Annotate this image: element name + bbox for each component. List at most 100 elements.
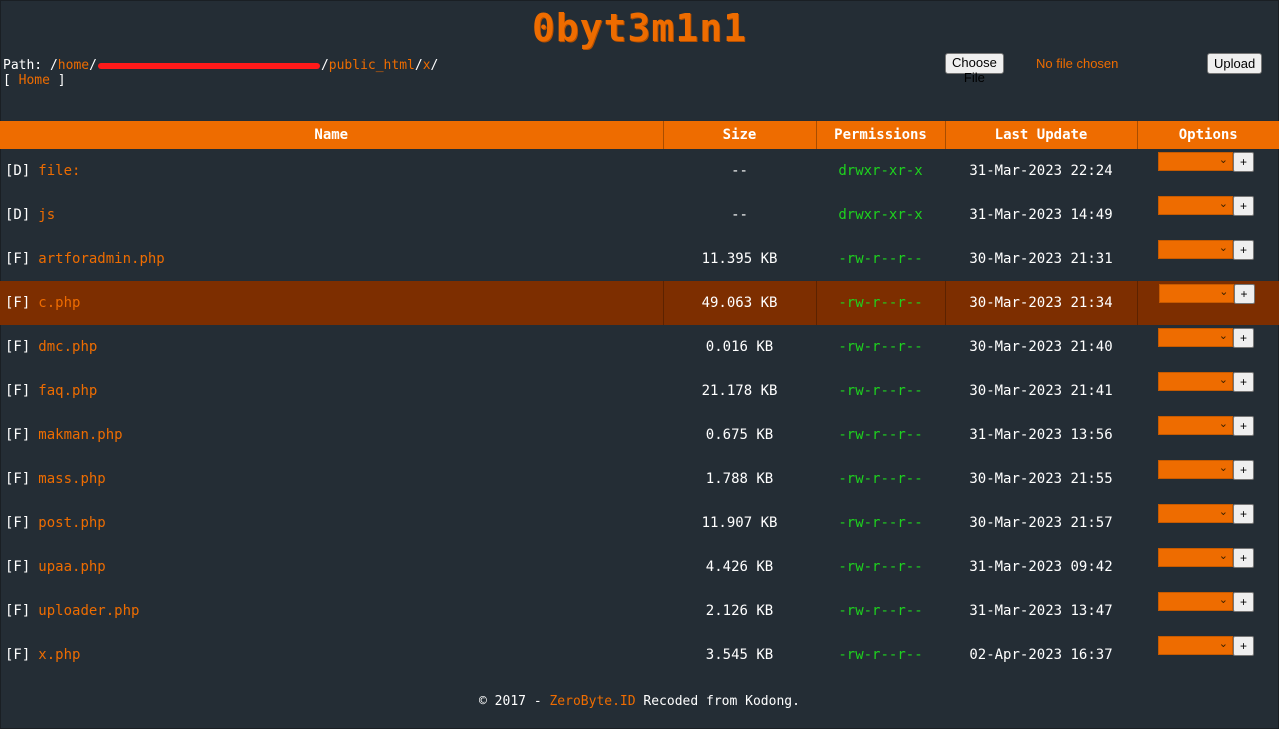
table-row: [F] dmc.php 0.016 KB -rw-r--r-- 30-Mar-2023 … <box>0 325 1279 369</box>
options-select[interactable]: ⌄ <box>1158 416 1233 435</box>
cell-size: 0.016 KB <box>705 339 774 355</box>
options-go-button[interactable]: + <box>1233 636 1254 656</box>
home-link[interactable]: Home <box>19 73 50 88</box>
options-go-button[interactable]: + <box>1233 152 1254 172</box>
cell-last-update: 30-Mar-2023 21:55 <box>969 471 1113 487</box>
cell-options: ⌄ + <box>1137 193 1279 237</box>
cell-permissions[interactable]: -rw-r--r-- <box>816 501 945 545</box>
cell-options: ⌄ + <box>1137 237 1279 281</box>
table-row: [F] faq.php 21.178 KB -rw-r--r-- 30-Mar-2023… <box>0 369 1279 413</box>
entry-name-link[interactable]: artforadmin.php <box>38 251 164 267</box>
cell-size: 2.126 KB <box>705 603 774 619</box>
header-last-update[interactable]: Last Update <box>945 121 1138 149</box>
bracket-close: ] <box>57 73 66 88</box>
cell-permissions[interactable]: -rw-r--r-- <box>816 369 945 413</box>
path-sep: / <box>89 58 97 73</box>
options-group: ⌄ + <box>1158 328 1254 348</box>
entry-name-link[interactable]: file: <box>38 163 80 179</box>
options-go-button[interactable]: + <box>1233 592 1254 612</box>
options-go-button[interactable]: + <box>1233 548 1254 568</box>
path-sep: / <box>430 58 439 73</box>
path-segment-x[interactable]: x <box>423 58 431 73</box>
options-go-button[interactable]: + <box>1233 372 1254 392</box>
options-select[interactable]: ⌄ <box>1158 548 1233 567</box>
entry-name-link[interactable]: dmc.php <box>38 339 97 355</box>
path-sep: / <box>320 58 329 73</box>
cell-name: [F] upaa.php <box>0 545 663 589</box>
chevron-down-icon: ⌄ <box>1218 241 1228 254</box>
entry-name-link[interactable]: uploader.php <box>38 603 139 619</box>
cell-last-update: 31-Mar-2023 09:42 <box>969 559 1113 575</box>
cell-permissions[interactable]: -rw-r--r-- <box>816 633 945 677</box>
cell-permissions[interactable]: -rw-r--r-- <box>816 237 945 281</box>
chevron-down-icon: ⌄ <box>1218 637 1228 650</box>
chevron-down-icon: ⌄ <box>1218 549 1228 562</box>
options-go-button[interactable]: + <box>1233 328 1254 348</box>
cell-permissions[interactable]: -rw-r--r-- <box>816 589 945 633</box>
options-select[interactable]: ⌄ <box>1158 636 1233 655</box>
cell-name: [F] artforadmin.php <box>0 237 663 281</box>
table-row: [D] js -- drwxr-xr-x 31-Mar-2023 14:49 ⌄ + <box>0 193 1279 237</box>
options-go-button[interactable]: + <box>1233 460 1254 480</box>
options-go-button[interactable]: + <box>1233 504 1254 524</box>
cell-size: 3.545 KB <box>705 647 774 663</box>
entry-name-link[interactable]: makman.php <box>38 427 122 443</box>
options-select[interactable]: ⌄ <box>1158 152 1233 171</box>
site-title: 0byt3m1n1 <box>532 6 747 50</box>
cell-size: 11.907 KB <box>701 515 778 531</box>
choose-file-button[interactable]: Choose File <box>945 53 1004 85</box>
options-go-button[interactable]: + <box>1233 240 1254 260</box>
options-select[interactable]: ⌄ <box>1158 196 1233 215</box>
entry-name-link[interactable]: faq.php <box>38 383 97 399</box>
chevron-down-icon: ⌄ <box>1218 373 1228 386</box>
cell-last-update: 31-Mar-2023 14:49 <box>969 207 1113 223</box>
options-select[interactable]: ⌄ <box>1158 240 1233 259</box>
cell-permissions[interactable]: drwxr-xr-x <box>816 149 945 193</box>
entry-name-link[interactable]: mass.php <box>38 471 105 487</box>
path-segment-public-html[interactable]: public_html <box>329 58 415 73</box>
cell-name: [F] mass.php <box>0 457 663 501</box>
cell-options: ⌄ + <box>1137 457 1279 501</box>
options-select[interactable]: ⌄ <box>1158 328 1233 347</box>
entry-name-link[interactable]: upaa.php <box>38 559 105 575</box>
options-go-button[interactable]: + <box>1233 416 1254 436</box>
home-nav: [ Home ] <box>3 73 66 88</box>
cell-name: [F] faq.php <box>0 369 663 413</box>
entry-name-link[interactable]: c.php <box>38 295 80 311</box>
bracket-open: [ <box>3 73 11 88</box>
path-segment-home[interactable]: home <box>58 58 89 73</box>
entry-name-link[interactable]: x.php <box>38 647 80 663</box>
options-select[interactable]: ⌄ <box>1158 372 1233 391</box>
cell-permissions[interactable]: -rw-r--r-- <box>816 545 945 589</box>
cell-permissions[interactable]: drwxr-xr-x <box>816 193 945 237</box>
options-select[interactable]: ⌄ <box>1158 504 1233 523</box>
cell-last-update: 30-Mar-2023 21:41 <box>969 383 1113 399</box>
options-select[interactable]: ⌄ <box>1158 284 1234 303</box>
upload-button[interactable]: Upload <box>1207 53 1263 74</box>
entry-name-link[interactable]: js <box>38 207 55 223</box>
cell-name: [F] post.php <box>0 501 663 545</box>
cell-permissions[interactable]: -rw-r--r-- <box>816 413 945 457</box>
path-label: Path: <box>3 58 43 73</box>
options-group: ⌄ + <box>1158 152 1254 172</box>
header-permissions[interactable]: Permissions <box>816 121 946 149</box>
entry-name-link[interactable]: post.php <box>38 515 105 531</box>
no-file-chosen-text: No file chosen <box>1036 56 1119 71</box>
options-select[interactable]: ⌄ <box>1158 460 1233 479</box>
options-go-button[interactable]: + <box>1233 284 1255 304</box>
cell-permissions[interactable]: -rw-r--r-- <box>816 281 946 325</box>
cell-options: ⌄ + <box>1137 545 1279 589</box>
header-size[interactable]: Size <box>663 121 817 149</box>
options-group: ⌄ + <box>1158 504 1254 524</box>
options-go-button[interactable]: + <box>1233 196 1254 216</box>
cell-permissions[interactable]: -rw-r--r-- <box>816 325 945 369</box>
options-group: ⌄ + <box>1158 548 1254 568</box>
header-name[interactable]: Name <box>0 121 664 149</box>
options-select[interactable]: ⌄ <box>1158 592 1233 611</box>
cell-options: ⌄ + <box>1137 149 1279 193</box>
cell-permissions[interactable]: -rw-r--r-- <box>816 457 945 501</box>
entry-type-tag: [F] <box>5 251 31 267</box>
cell-last-update: 31-Mar-2023 13:47 <box>969 603 1113 619</box>
footer-brand-link[interactable]: ZeroByte.ID <box>549 694 635 709</box>
chevron-down-icon: ⌄ <box>1218 593 1228 606</box>
